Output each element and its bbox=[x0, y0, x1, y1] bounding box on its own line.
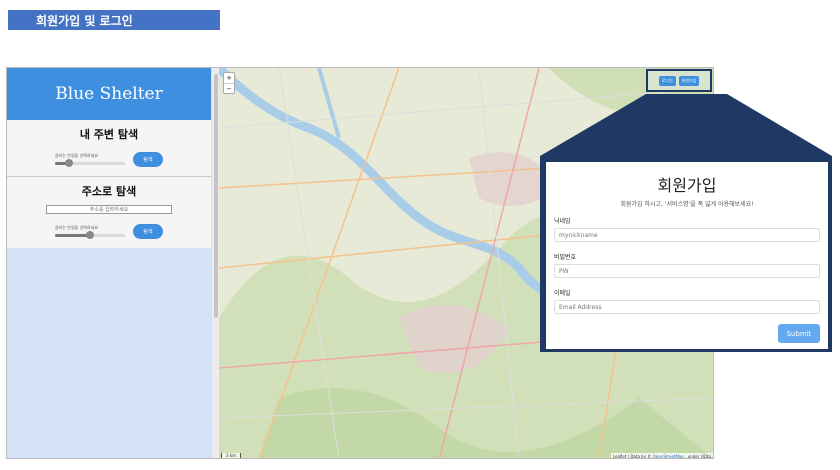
radius-control: 원하는 반경을 선택하세요 bbox=[55, 153, 125, 167]
nearby-search-panel: 내 주변 탐색 원하는 반경을 선택하세요 탐색 bbox=[7, 120, 211, 176]
nearby-search-heading: 내 주변 탐색 bbox=[79, 128, 139, 141]
radius-slider-fill bbox=[55, 234, 90, 237]
zoom-control: + − bbox=[223, 72, 235, 94]
submit-button[interactable]: Submit bbox=[778, 324, 820, 343]
slide-title: 회원가입 및 로그인 bbox=[8, 10, 220, 30]
radius-slider[interactable] bbox=[55, 159, 125, 167]
radius-slider-thumb[interactable] bbox=[86, 231, 94, 239]
signup-button[interactable]: 회원가입 bbox=[678, 75, 700, 86]
radius-label: 원하는 반경을 선택하세요 bbox=[55, 153, 99, 158]
map-attribution: Leaflet | Data by © OpenStreetMap , unde… bbox=[610, 453, 713, 459]
password-field[interactable] bbox=[554, 264, 820, 278]
header-buttons-highlight: 로그인 회원가입 bbox=[646, 69, 712, 92]
email-label: 이메일 bbox=[554, 290, 571, 297]
scrollbar-thumb[interactable] bbox=[214, 74, 218, 318]
radius-control: 원하는 반경을 선택하세요 bbox=[55, 225, 125, 239]
address-search-heading: 주소로 탐색 bbox=[81, 185, 137, 198]
radius-slider[interactable] bbox=[55, 231, 125, 239]
slide: 회원가입 및 로그인 Blue Shelter 내 주변 탐색 원하는 반경을 … bbox=[0, 0, 840, 470]
zoom-in-button[interactable]: + bbox=[224, 73, 234, 83]
attribution-prefix: Leaflet | Data by © bbox=[612, 454, 652, 459]
zoom-out-button[interactable]: − bbox=[224, 83, 234, 93]
map-scale: 3 km bbox=[221, 453, 242, 458]
email-field[interactable] bbox=[554, 300, 820, 314]
login-button[interactable]: 로그인 bbox=[658, 75, 676, 86]
signup-modal: 회원가입 회원가입 하시고, '서비스명'을 폭 넓게 이용해보세요! 닉네임 … bbox=[546, 162, 828, 349]
sidebar-scrollbar[interactable] bbox=[211, 68, 219, 458]
address-search-button[interactable]: 탐색 bbox=[133, 223, 163, 239]
signup-subtitle: 회원가입 하시고, '서비스명'을 폭 넓게 이용해보세요! bbox=[620, 201, 754, 208]
nearby-search-button[interactable]: 탐색 bbox=[133, 151, 163, 167]
nickname-label: 닉네임 bbox=[554, 218, 571, 225]
address-search-panel: 주소로 탐색 원하는 반경을 선택하세요 탐색 bbox=[7, 176, 211, 248]
radius-slider-thumb[interactable] bbox=[65, 159, 73, 167]
signup-title: 회원가입 bbox=[657, 176, 717, 195]
sidebar: Blue Shelter 내 주변 탐색 원하는 반경을 선택하세요 탐색 주소… bbox=[7, 68, 211, 458]
attribution-suffix: , under ODbL. bbox=[685, 454, 713, 459]
address-input[interactable] bbox=[46, 205, 172, 214]
nickname-field[interactable] bbox=[554, 228, 820, 242]
osm-link[interactable]: OpenStreetMap bbox=[653, 454, 684, 458]
password-label: 비밀번호 bbox=[554, 254, 577, 261]
brand-title: Blue Shelter bbox=[7, 68, 211, 120]
